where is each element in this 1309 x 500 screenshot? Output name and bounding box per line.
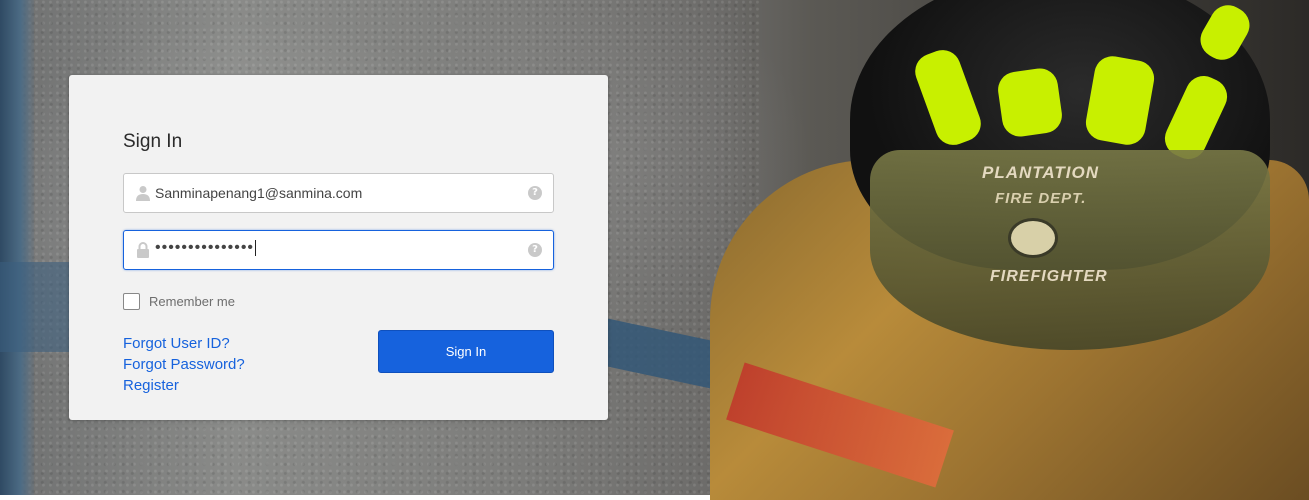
sign-in-button[interactable]: Sign In bbox=[378, 330, 554, 373]
helmet-badge-line3: FIREFIGHTER bbox=[990, 268, 1108, 285]
sign-in-card: Sign In Sanminapenang1@sanmina.com ? •••… bbox=[69, 75, 608, 420]
help-links: Forgot User ID? Forgot Password? Registe… bbox=[123, 333, 245, 396]
helmet-reflector bbox=[995, 66, 1065, 139]
background-left-beam bbox=[0, 0, 34, 495]
firefighter-photo: PLANTATION FIRE DEPT. FIREFIGHTER bbox=[690, 0, 1309, 500]
background-blue-shape bbox=[0, 262, 80, 352]
sign-in-title: Sign In bbox=[123, 131, 183, 152]
lock-icon bbox=[137, 242, 149, 258]
password-value: ••••••••••••••• bbox=[155, 239, 257, 257]
remember-me-checkbox[interactable] bbox=[123, 293, 140, 310]
username-value: Sanminapenang1@sanmina.com bbox=[155, 185, 363, 201]
username-field[interactable]: Sanminapenang1@sanmina.com ? bbox=[123, 173, 554, 213]
help-circle-icon[interactable]: ? bbox=[528, 186, 542, 200]
person-icon bbox=[136, 186, 150, 201]
password-field[interactable]: ••••••••••••••• ? bbox=[123, 230, 554, 270]
helmet-badge-seal bbox=[1008, 218, 1058, 258]
forgot-password-link[interactable]: Forgot Password? bbox=[123, 354, 245, 375]
helmet-badge-line1: PLANTATION bbox=[982, 163, 1100, 182]
help-circle-icon[interactable]: ? bbox=[528, 243, 542, 257]
register-link[interactable]: Register bbox=[123, 375, 245, 396]
helmet-badge-line2: FIRE DEPT. bbox=[995, 190, 1087, 207]
remember-me[interactable]: Remember me bbox=[123, 293, 235, 310]
text-cursor bbox=[255, 239, 257, 256]
password-mask: ••••••••••••••• bbox=[155, 239, 255, 256]
forgot-user-id-link[interactable]: Forgot User ID? bbox=[123, 333, 245, 354]
remember-me-label[interactable]: Remember me bbox=[149, 294, 235, 309]
